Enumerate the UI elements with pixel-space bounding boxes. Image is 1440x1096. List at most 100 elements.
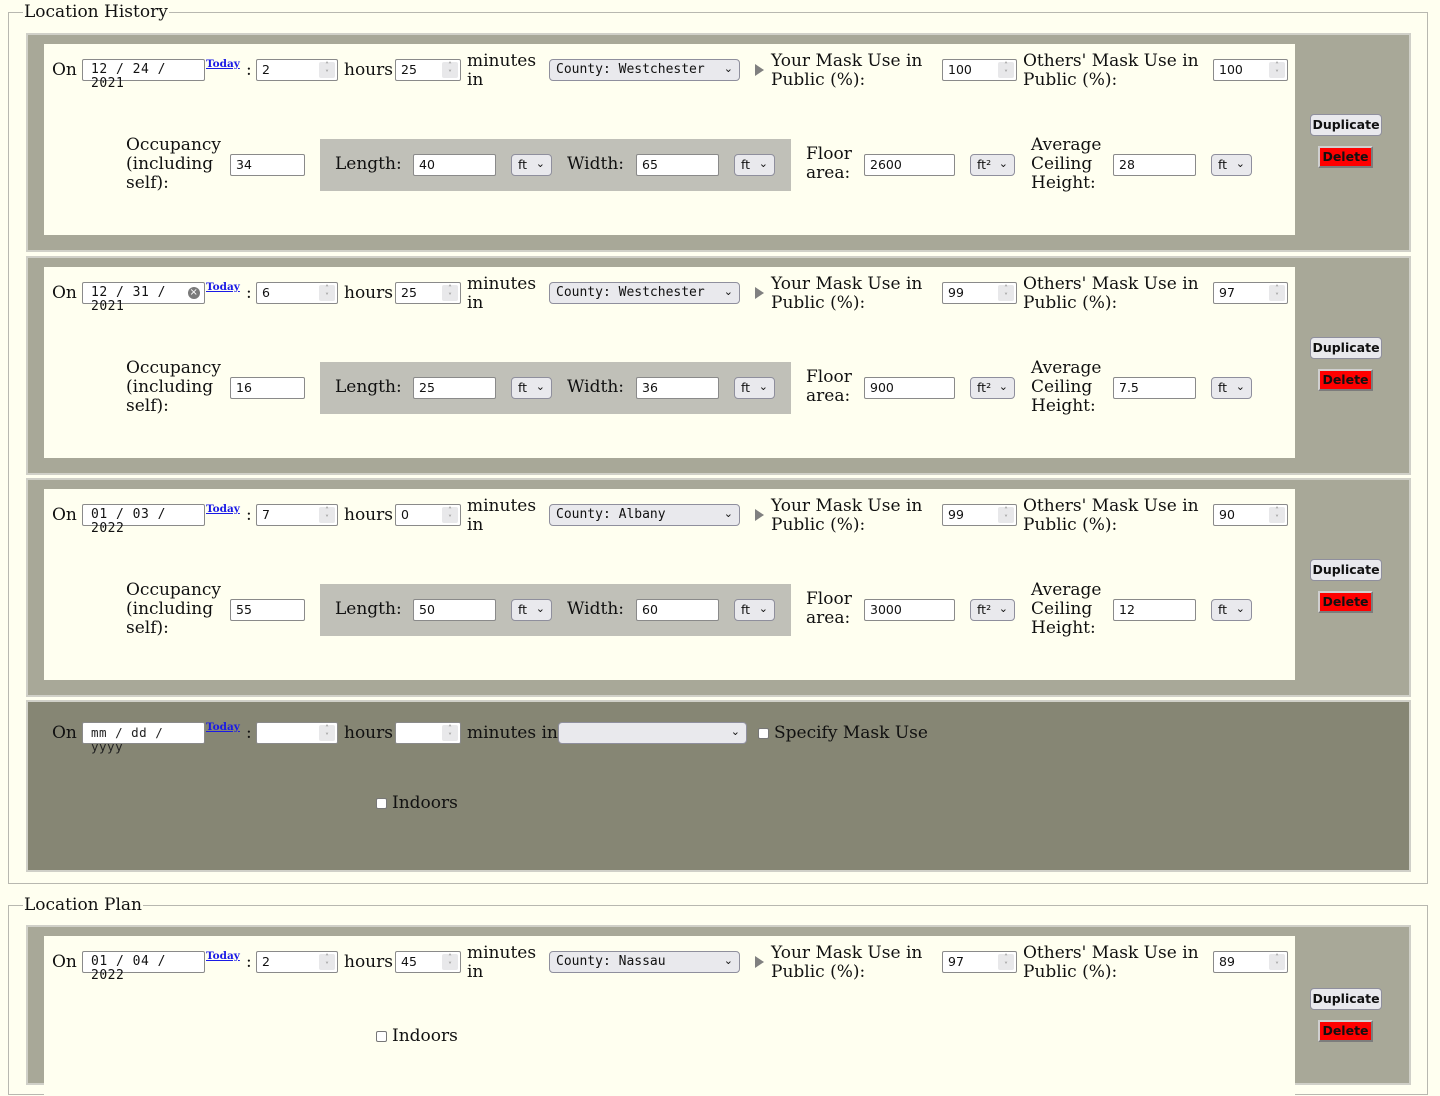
ceiling-height-input[interactable]: 28 xyxy=(1113,154,1196,176)
date-input[interactable]: 01 / 04 / 2022 xyxy=(82,951,205,983)
spinner-icon[interactable]: ˄ ˅ xyxy=(1269,507,1285,523)
hours-input[interactable]: ˄ ˅ xyxy=(256,722,338,744)
ceiling-height-input[interactable]: 7.5 xyxy=(1113,377,1196,399)
location-select[interactable]: County: Westchester ⌄ xyxy=(549,59,740,81)
your-mask-input[interactable]: 99 ˄ ˅ xyxy=(942,504,1017,526)
disclosure-triangle-icon[interactable] xyxy=(755,956,764,968)
history-entry-card: On 01 / 03 / 2022 Today : 7 ˄ ˅ hours 0 ˄… xyxy=(44,489,1295,680)
minutes-input[interactable]: ˄ ˅ xyxy=(395,722,461,744)
duplicate-button[interactable]: Duplicate xyxy=(1310,559,1382,581)
ceiling-height-input[interactable]: 12 xyxy=(1113,599,1196,621)
ceiling-height-label: Average Ceiling Height: xyxy=(1031,358,1102,416)
minutes-input[interactable]: 25 ˄ ˅ xyxy=(395,59,461,81)
spinner-icon[interactable]: ˄ ˅ xyxy=(319,285,335,301)
floor-unit-select[interactable]: ft² ⌄ xyxy=(970,154,1015,176)
spinner-icon[interactable]: ˄ ˅ xyxy=(319,954,335,970)
ceiling-unit-select[interactable]: ft ⌄ xyxy=(1211,377,1252,399)
delete-button[interactable]: Delete xyxy=(1318,1020,1373,1042)
location-select[interactable]: County: Albany ⌄ xyxy=(549,504,740,526)
occupancy-input[interactable]: 16 xyxy=(230,377,305,399)
clear-date-icon[interactable]: × xyxy=(188,287,200,299)
delete-button[interactable]: Delete xyxy=(1318,369,1373,391)
indoors-checkbox[interactable] xyxy=(376,798,387,809)
spinner-icon[interactable]: ˄ ˅ xyxy=(998,507,1014,523)
spinner-icon[interactable]: ˄ ˅ xyxy=(1269,62,1285,78)
delete-button[interactable]: Delete xyxy=(1318,591,1373,613)
your-mask-input[interactable]: 97 ˄ ˅ xyxy=(942,951,1017,973)
length-input[interactable]: 25 xyxy=(413,377,496,399)
duplicate-button[interactable]: Duplicate xyxy=(1310,337,1382,359)
hours-input[interactable]: 7 ˄ ˅ xyxy=(256,504,338,526)
duplicate-button[interactable]: Duplicate xyxy=(1310,988,1382,1010)
delete-button[interactable]: Delete xyxy=(1318,146,1373,168)
length-unit-select[interactable]: ft ⌄ xyxy=(511,377,552,399)
minutes-input[interactable]: 45 ˄ ˅ xyxy=(395,951,461,973)
occupancy-input[interactable]: 34 xyxy=(230,154,305,176)
spinner-icon[interactable]: ˄ ˅ xyxy=(998,954,1014,970)
spinner-icon[interactable]: ˄ ˅ xyxy=(442,725,458,741)
floor-area-input[interactable]: 900 xyxy=(864,377,955,399)
occupancy-input[interactable]: 55 xyxy=(230,599,305,621)
floor-unit-select[interactable]: ft² ⌄ xyxy=(970,377,1015,399)
floor-area-input[interactable]: 2600 xyxy=(864,154,955,176)
minutes-input[interactable]: 25 ˄ ˅ xyxy=(395,282,461,304)
minutes-input[interactable]: 0 ˄ ˅ xyxy=(395,504,461,526)
location-select[interactable]: County: Nassau ⌄ xyxy=(549,951,740,973)
duplicate-button[interactable]: Duplicate xyxy=(1310,114,1382,136)
spinner-icon[interactable]: ˄ ˅ xyxy=(1269,954,1285,970)
width-input[interactable]: 60 xyxy=(636,599,719,621)
width-input[interactable]: 65 xyxy=(636,154,719,176)
ceiling-unit-select[interactable]: ft ⌄ xyxy=(1211,154,1252,176)
chevron-down-icon: ⌄ xyxy=(723,62,733,75)
floor-area-input[interactable]: 3000 xyxy=(864,599,955,621)
others-mask-input[interactable]: 100 ˄ ˅ xyxy=(1213,59,1288,81)
today-link[interactable]: Today xyxy=(206,721,240,733)
spinner-icon[interactable]: ˄ ˅ xyxy=(442,507,458,523)
width-unit-select[interactable]: ft ⌄ xyxy=(734,377,775,399)
date-input[interactable]: 12 / 24 / 2021 xyxy=(82,59,205,91)
spinner-icon[interactable]: ˄ ˅ xyxy=(319,62,335,78)
spinner-icon[interactable]: ˄ ˅ xyxy=(998,285,1014,301)
others-mask-input[interactable]: 97 ˄ ˅ xyxy=(1213,282,1288,304)
chevron-down-icon: ⌄ xyxy=(723,954,733,967)
length-unit-select[interactable]: ft ⌄ xyxy=(511,599,552,621)
hours-input[interactable]: 2 ˄ ˅ xyxy=(256,59,338,81)
today-link[interactable]: Today xyxy=(206,950,240,962)
length-input[interactable]: 40 xyxy=(413,154,496,176)
disclosure-triangle-icon[interactable] xyxy=(755,509,764,521)
disclosure-triangle-icon[interactable] xyxy=(755,64,764,76)
spinner-icon[interactable]: ˄ ˅ xyxy=(319,507,335,523)
spinner-icon[interactable]: ˄ ˅ xyxy=(442,954,458,970)
chevron-down-icon: ⌄ xyxy=(723,285,733,298)
today-link[interactable]: Today xyxy=(206,281,240,293)
width-unit-select[interactable]: ft ⌄ xyxy=(734,154,775,176)
today-link[interactable]: Today xyxy=(206,503,240,515)
floor-unit-select[interactable]: ft² ⌄ xyxy=(970,599,1015,621)
hours-input[interactable]: 2 ˄ ˅ xyxy=(256,951,338,973)
spinner-icon[interactable]: ˄ ˅ xyxy=(319,725,335,741)
location-select[interactable]: County: Westchester ⌄ xyxy=(549,282,740,304)
date-input[interactable]: 12 / 31 / 2021 × xyxy=(82,282,205,314)
width-unit-select[interactable]: ft ⌄ xyxy=(734,599,775,621)
indoors-checkbox[interactable] xyxy=(376,1031,387,1042)
length-unit-select[interactable]: ft ⌄ xyxy=(511,154,552,176)
hours-input[interactable]: 6 ˄ ˅ xyxy=(256,282,338,304)
others-mask-input[interactable]: 89 ˄ ˅ xyxy=(1213,951,1288,973)
today-link[interactable]: Today xyxy=(206,58,240,70)
your-mask-input[interactable]: 100 ˄ ˅ xyxy=(942,59,1017,81)
spinner-icon[interactable]: ˄ ˅ xyxy=(442,62,458,78)
location-select[interactable]: ⌄ xyxy=(558,722,747,744)
ceiling-unit-select[interactable]: ft ⌄ xyxy=(1211,599,1252,621)
your-mask-input[interactable]: 99 ˄ ˅ xyxy=(942,282,1017,304)
disclosure-triangle-icon[interactable] xyxy=(755,287,764,299)
occupancy-label: Occupancy (including self): xyxy=(126,580,222,638)
spinner-icon[interactable]: ˄ ˅ xyxy=(1269,285,1285,301)
specify-mask-checkbox[interactable] xyxy=(758,728,769,739)
length-input[interactable]: 50 xyxy=(413,599,496,621)
width-input[interactable]: 36 xyxy=(636,377,719,399)
others-mask-input[interactable]: 90 ˄ ˅ xyxy=(1213,504,1288,526)
date-input[interactable]: mm / dd / yyyy xyxy=(82,722,205,754)
spinner-icon[interactable]: ˄ ˅ xyxy=(998,62,1014,78)
spinner-icon[interactable]: ˄ ˅ xyxy=(442,285,458,301)
date-input[interactable]: 01 / 03 / 2022 xyxy=(82,504,205,536)
